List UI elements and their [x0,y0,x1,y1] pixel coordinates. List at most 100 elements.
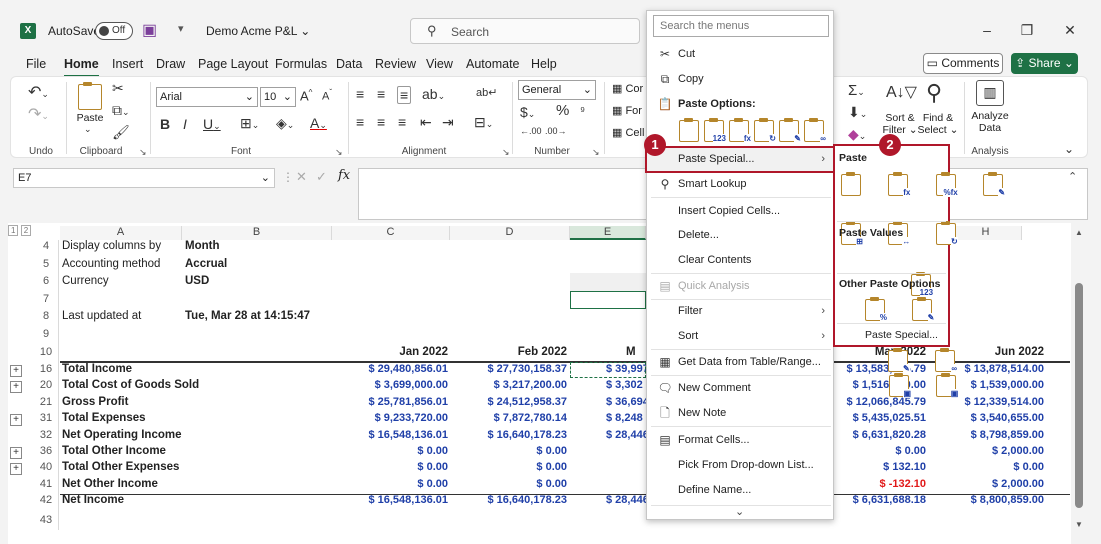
paste-link-icon[interactable]: ∞ [804,118,826,143]
decrease-decimal-icon[interactable]: .00→ [545,126,567,136]
row-number[interactable]: 4 [34,240,58,252]
menu-item-copy[interactable]: ⧉ Copy [647,67,833,91]
cell-styles-button[interactable]: ▦ Cell [612,126,644,139]
file-name[interactable]: Demo Acme P&L ⌄ [206,24,310,38]
underline-icon[interactable]: U⌄ [203,116,221,132]
align-middle-icon[interactable]: ≡ [377,86,385,102]
bold-icon[interactable]: B [160,116,170,132]
comments-button[interactable]: ▭ Comments [923,53,1003,74]
row-number[interactable]: 9 [34,328,58,340]
copy-icon[interactable]: ⧉⌄ [112,102,130,119]
font-name-combo[interactable]: Arial ⌄ [156,87,258,107]
row-number[interactable]: 41 [34,478,58,490]
tab-help[interactable]: Help [531,57,557,77]
scroll-up-icon[interactable]: ▲ [1075,228,1083,237]
picture-icon[interactable]: ▣ [889,373,911,398]
tab-review[interactable]: Review [375,57,416,77]
paste-values-icon[interactable]: 123 [704,118,726,143]
tab-home[interactable]: Home [64,57,99,77]
column-header-c[interactable]: C [332,226,450,240]
paste-all-icon[interactable] [841,172,861,196]
menu-item-filter[interactable]: Filter › [647,299,833,323]
column-header-e[interactable]: E [570,226,646,240]
find-select-label[interactable]: Find & Select ⌄ [916,112,960,136]
column-header-b[interactable]: B [182,226,332,240]
tab-file[interactable]: File [26,57,46,77]
row-number[interactable]: 31 [34,412,58,424]
menu-item-delete[interactable]: Delete... [647,223,833,247]
paste-formulas-icon[interactable]: fx [729,118,751,143]
find-select-icon[interactable]: ⚲ [926,80,942,106]
align-right-icon[interactable]: ≡ [398,114,406,130]
row-number[interactable]: 10 [34,346,58,358]
increase-decimal-icon[interactable]: ←.00 [520,126,542,136]
row-number[interactable]: 16 [34,363,58,375]
italic-icon[interactable]: I [183,116,187,132]
submenu-paste-special-item[interactable]: Paste Special... [865,329,938,341]
values-number-format-icon[interactable]: % [865,297,887,322]
align-top-icon[interactable]: ≡ [356,86,364,102]
expand-button[interactable]: + [10,463,22,475]
menu-item-pick-list[interactable]: Pick From Drop-down List... [647,453,833,477]
paste-formulas-icon[interactable]: fx [888,172,911,197]
row-number[interactable]: 40 [34,461,58,473]
linked-picture-icon[interactable]: ▣ [936,373,959,398]
expand-formula-icon[interactable]: ⌃ [1068,170,1077,183]
expand-button[interactable]: + [10,365,22,377]
shrink-font-icon[interactable]: Aˇ [322,88,332,103]
undo-icon[interactable]: ↶⌄ [28,82,49,102]
menu-item-paste-special[interactable]: Paste Special... › [645,146,835,173]
collapse-ribbon-icon[interactable]: ⌄ [1064,142,1074,156]
tab-draw[interactable]: Draw [156,57,185,77]
conditional-formatting-button[interactable]: ▦ Cor [612,82,643,95]
search-box[interactable]: ⚲ Search [410,18,640,44]
fill-icon[interactable]: ⬇⌄ [848,104,867,121]
autosum-icon[interactable]: Σ⌄ [848,82,865,99]
autosave-toggle[interactable]: Off [95,22,133,40]
tab-formulas[interactable]: Formulas [275,57,327,77]
save-icon[interactable]: ▣ [142,20,157,40]
number-format-combo[interactable]: General ⌄ [518,80,596,100]
menu-search-input[interactable]: Search the menus [653,15,829,37]
menu-item-smart-lookup[interactable]: ⚲ Smart Lookup [647,172,833,196]
confirm-entry-icon[interactable]: ✓ [316,169,327,185]
column-header-d[interactable]: D [450,226,570,240]
tab-data[interactable]: Data [336,57,362,77]
scrollbar-thumb[interactable] [1075,283,1083,508]
name-box[interactable]: E7 ⌄ [13,168,275,188]
menu-item-cut[interactable]: ✂ Cut [647,42,833,66]
fill-color-icon[interactable]: ◈⌄ [276,115,294,132]
font-color-icon[interactable]: A⌄ [310,115,327,131]
align-center-icon[interactable]: ≡ [377,114,385,130]
tab-automate[interactable]: Automate [466,57,520,77]
format-as-table-button[interactable]: ▦ For [612,104,642,117]
menu-item-new-note[interactable]: 🗋 New Note [647,401,833,425]
expand-button[interactable]: + [10,447,22,459]
paste-link-icon[interactable]: ∞ [935,348,958,373]
row-number[interactable]: 43 [34,514,58,526]
format-painter-icon[interactable]: 🖌 [112,124,130,141]
customize-toolbar-icon[interactable]: ▾ [178,22,184,35]
minimize-button[interactable]: – [972,18,1002,42]
align-bottom-icon[interactable]: ≡ [397,86,412,104]
expand-button[interactable]: + [10,381,22,393]
menu-item-sort[interactable]: Sort › [647,324,833,348]
selected-cell-e7[interactable] [570,291,646,309]
row-number[interactable]: 5 [34,258,58,270]
restore-button[interactable]: ❐ [1012,18,1042,42]
number-launcher-icon[interactable]: ↘ [592,147,600,158]
decrease-indent-icon[interactable]: ⇤ [420,114,432,131]
menu-item-insert-copied[interactable]: Insert Copied Cells... [647,199,833,223]
menu-item-format-cells[interactable]: ▤ Format Cells... [647,428,833,452]
alignment-launcher-icon[interactable]: ↘ [502,147,510,158]
clear-icon[interactable]: ◆⌄ [848,126,866,143]
borders-icon[interactable]: ⊞⌄ [240,115,259,132]
menu-item-get-data[interactable]: ▦ Get Data from Table/Range... [647,350,833,374]
font-launcher-icon[interactable]: ↘ [335,147,343,158]
row-number[interactable]: 21 [34,396,58,408]
paste-big-button[interactable] [78,82,102,113]
menu-item-clear-contents[interactable]: Clear Contents [647,248,833,272]
increase-indent-icon[interactable]: ⇥ [442,114,454,131]
font-size-combo[interactable]: 10 ⌄ [260,87,296,107]
row-number[interactable]: 32 [34,429,58,441]
